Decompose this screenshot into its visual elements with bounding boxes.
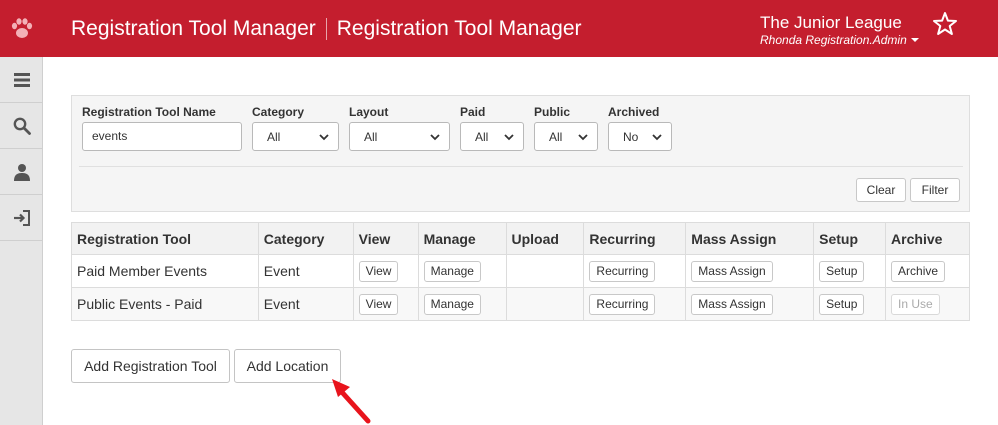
mass-assign-cell: Mass Assign bbox=[685, 287, 815, 321]
archive-cell: In Use bbox=[885, 287, 970, 321]
category-filter-label: Category bbox=[252, 105, 305, 119]
layout-select-value: All bbox=[364, 130, 378, 144]
user-icon bbox=[13, 163, 30, 181]
filter-panel: Registration Tool Name events Category A… bbox=[71, 95, 970, 212]
paid-select[interactable]: All bbox=[460, 122, 524, 151]
upload-cell bbox=[505, 287, 585, 321]
recurring-button[interactable]: Recurring bbox=[589, 293, 656, 315]
column-header: Manage bbox=[417, 222, 507, 255]
manage-cell: Manage bbox=[417, 287, 507, 321]
archive-button[interactable]: Archive bbox=[891, 260, 946, 282]
top-bar: Registration Tool Manager Registration T… bbox=[0, 0, 998, 57]
tool-name-cell: Paid Member Events bbox=[71, 254, 259, 288]
name-filter-input[interactable]: events bbox=[82, 122, 242, 151]
column-header: Recurring bbox=[583, 222, 687, 255]
archive-cell: Archive bbox=[885, 254, 970, 288]
category-cell: Event bbox=[257, 287, 354, 321]
sidebar-item-user[interactable] bbox=[0, 149, 43, 195]
public-select[interactable]: All bbox=[534, 122, 598, 151]
view-button[interactable]: View bbox=[358, 293, 399, 315]
column-header: View bbox=[352, 222, 419, 255]
title-separator bbox=[325, 18, 327, 40]
search-icon bbox=[13, 117, 31, 135]
title-primary: Registration Tool Manager bbox=[71, 17, 316, 40]
registration-tools-table: Registration Tool Category View Manage U… bbox=[71, 222, 970, 321]
setup-button[interactable]: Setup bbox=[819, 260, 865, 282]
title-secondary: Registration Tool Manager bbox=[336, 17, 582, 40]
column-header: Mass Assign bbox=[685, 222, 815, 255]
paw-logo-icon[interactable] bbox=[0, 0, 43, 57]
sidebar-item-search[interactable] bbox=[0, 103, 43, 149]
clear-button[interactable]: Clear bbox=[856, 178, 906, 202]
menu-icon bbox=[13, 72, 30, 87]
table-header-row: Registration Tool Category View Manage U… bbox=[71, 222, 970, 255]
view-button[interactable]: View bbox=[358, 260, 399, 282]
public-filter-label: Public bbox=[534, 105, 571, 119]
column-header: Archive bbox=[885, 222, 970, 255]
chevron-down-icon bbox=[652, 134, 662, 141]
category-cell: Event bbox=[257, 254, 354, 288]
page-title: Registration Tool Manager Registration T… bbox=[71, 17, 582, 41]
category-select[interactable]: All bbox=[252, 122, 339, 151]
layout-filter-label: Layout bbox=[349, 105, 389, 119]
column-header: Upload bbox=[505, 222, 585, 255]
mass-assign-cell: Mass Assign bbox=[685, 254, 815, 288]
pointer-arrow-icon bbox=[332, 379, 371, 424]
manage-cell: Manage bbox=[417, 254, 507, 288]
setup-button[interactable]: Setup bbox=[819, 293, 865, 315]
view-cell: View bbox=[352, 254, 419, 288]
category-select-value: All bbox=[267, 130, 281, 144]
setup-cell: Setup bbox=[813, 287, 887, 321]
archived-select[interactable]: No bbox=[608, 122, 672, 151]
sidebar bbox=[0, 57, 43, 425]
user-menu[interactable]: Rhonda Registration.Admin bbox=[760, 33, 919, 47]
paid-select-value: All bbox=[475, 130, 489, 144]
archived-select-value: No bbox=[623, 130, 639, 144]
chevron-down-icon bbox=[578, 134, 588, 141]
public-select-value: All bbox=[549, 130, 563, 144]
upload-cell bbox=[505, 254, 585, 288]
star-icon[interactable] bbox=[932, 11, 958, 37]
column-header: Registration Tool bbox=[71, 222, 259, 255]
recurring-button[interactable]: Recurring bbox=[589, 260, 656, 282]
chevron-down-icon bbox=[504, 134, 514, 141]
in-use-button: In Use bbox=[891, 293, 940, 315]
mass-assign-button[interactable]: Mass Assign bbox=[691, 260, 773, 282]
mass-assign-button[interactable]: Mass Assign bbox=[691, 293, 773, 315]
view-cell: View bbox=[352, 287, 419, 321]
caret-down-icon bbox=[910, 38, 919, 42]
add-registration-tool-button[interactable]: Add Registration Tool bbox=[71, 349, 230, 383]
setup-cell: Setup bbox=[813, 254, 887, 288]
recurring-cell: Recurring bbox=[583, 287, 687, 321]
manage-button[interactable]: Manage bbox=[423, 293, 481, 315]
filter-button[interactable]: Filter bbox=[910, 178, 960, 202]
paid-filter-label: Paid bbox=[460, 105, 486, 119]
column-header: Setup bbox=[813, 222, 887, 255]
layout-select[interactable]: All bbox=[349, 122, 450, 151]
archived-filter-label: Archived bbox=[608, 105, 660, 119]
column-header: Category bbox=[257, 222, 354, 255]
chevron-down-icon bbox=[430, 134, 440, 141]
sidebar-item-sign-in[interactable] bbox=[0, 195, 43, 241]
manage-button[interactable]: Manage bbox=[423, 260, 481, 282]
tool-name-cell: Public Events - Paid bbox=[71, 287, 259, 321]
sign-in-icon bbox=[13, 209, 30, 226]
sidebar-item-menu[interactable] bbox=[0, 57, 43, 103]
org-name: The Junior League bbox=[760, 13, 902, 32]
table-row: Public Events - Paid Event View Manage R… bbox=[71, 287, 970, 321]
panel-divider bbox=[79, 166, 963, 167]
recurring-cell: Recurring bbox=[583, 254, 687, 288]
user-name: Rhonda Registration.Admin bbox=[760, 33, 907, 47]
chevron-down-icon bbox=[319, 134, 329, 141]
name-filter-label: Registration Tool Name bbox=[82, 105, 216, 119]
table-row: Paid Member Events Event View Manage Rec… bbox=[71, 254, 970, 288]
